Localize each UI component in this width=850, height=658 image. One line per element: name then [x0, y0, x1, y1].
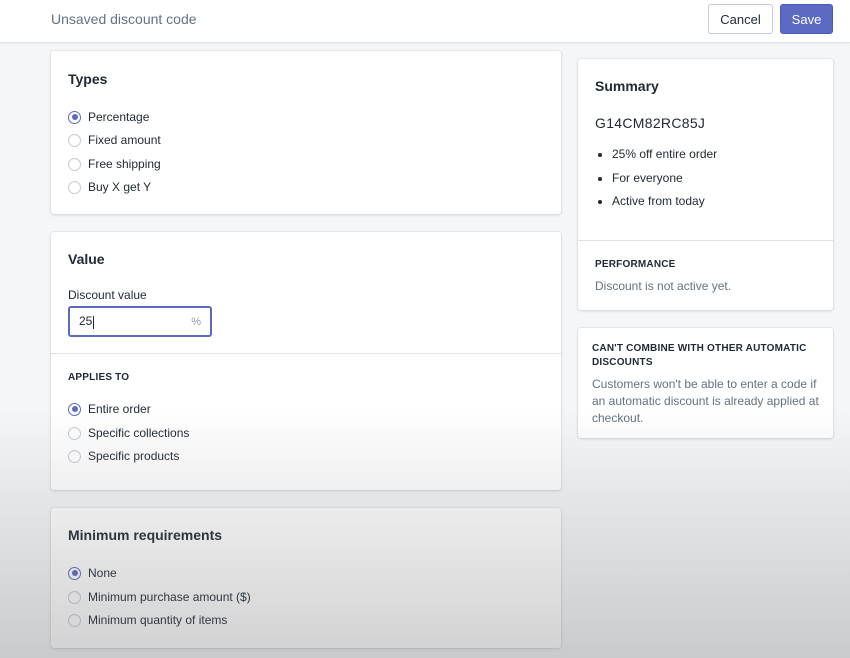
radio-label: Percentage	[88, 110, 150, 124]
radio-unchecked-icon[interactable]	[68, 449, 81, 463]
radio-unchecked-icon[interactable]	[68, 426, 81, 440]
type-option-buy-x-get-y[interactable]: Buy X get Y	[68, 180, 151, 194]
page-title: Unsaved discount code	[51, 11, 197, 27]
discount-code: G14CM82RC85J	[595, 115, 706, 131]
summary-item: 25% off entire order	[612, 147, 717, 171]
minimum-option-purchase-amount[interactable]: Minimum purchase amount ($)	[68, 590, 251, 604]
type-option-percentage[interactable]: Percentage	[68, 110, 149, 124]
applies-option-specific-collections[interactable]: Specific collections	[68, 426, 189, 440]
summary-title: Summary	[595, 78, 659, 94]
radio-checked-icon[interactable]	[68, 402, 81, 416]
radio-label: Fixed amount	[88, 133, 161, 147]
applies-option-specific-products[interactable]: Specific products	[68, 449, 179, 463]
minimum-option-none[interactable]: None	[68, 566, 117, 580]
types-card: Types Percentage Fixed amount Free shipp…	[51, 51, 561, 214]
type-option-free-shipping[interactable]: Free shipping	[68, 157, 161, 171]
radio-label: Free shipping	[88, 157, 161, 171]
discount-value-input[interactable]: 25 %	[68, 306, 212, 337]
radio-unchecked-icon[interactable]	[68, 133, 81, 147]
radio-label: Specific collections	[88, 426, 190, 440]
value-card: Value Discount value 25 % APPLIES TO Ent…	[51, 232, 561, 490]
radio-label: None	[88, 566, 117, 580]
minimum-requirements-title: Minimum requirements	[68, 527, 223, 543]
applies-option-entire-order[interactable]: Entire order	[68, 402, 151, 416]
divider	[51, 353, 561, 354]
radio-unchecked-icon[interactable]	[68, 180, 81, 194]
radio-label: Minimum purchase amount ($)	[88, 590, 251, 604]
radio-label: Buy X get Y	[88, 180, 152, 194]
radio-unchecked-icon[interactable]	[68, 157, 81, 171]
value-title: Value	[68, 251, 105, 267]
top-bar: Unsaved discount code Cancel Save	[0, 0, 850, 43]
types-title: Types	[68, 71, 108, 87]
radio-unchecked-icon[interactable]	[68, 590, 81, 604]
combine-notice-title: CAN'T COMBINE WITH OTHER AUTOMATIC DISCO…	[592, 343, 807, 368]
radio-checked-icon[interactable]	[68, 566, 81, 580]
radio-label: Entire order	[88, 402, 151, 416]
divider	[578, 240, 833, 241]
discount-value-text: 25	[79, 314, 93, 329]
save-button[interactable]: Save	[780, 4, 833, 34]
radio-label: Specific products	[88, 449, 180, 463]
performance-title: PERFORMANCE	[595, 259, 676, 270]
combine-notice-text: Customers won't be able to enter a code …	[592, 377, 819, 425]
summary-card: Summary G14CM82RC85J 25% off entire orde…	[578, 59, 833, 310]
applies-to-title: APPLIES TO	[68, 372, 130, 383]
summary-item: Active from today	[612, 194, 717, 218]
radio-unchecked-icon[interactable]	[68, 613, 81, 627]
percent-suffix: %	[191, 315, 201, 328]
summary-list: 25% off entire order For everyone Active…	[612, 147, 717, 218]
combine-notice-card: CAN'T COMBINE WITH OTHER AUTOMATIC DISCO…	[578, 328, 833, 438]
minimum-requirements-card: Minimum requirements None Minimum purcha…	[51, 508, 561, 648]
summary-item: For everyone	[612, 171, 717, 195]
radio-label: Minimum quantity of items	[88, 613, 228, 627]
minimum-option-quantity[interactable]: Minimum quantity of items	[68, 613, 227, 627]
type-option-fixed-amount[interactable]: Fixed amount	[68, 133, 161, 147]
text-caret	[93, 315, 95, 329]
performance-text: Discount is not active yet.	[595, 279, 732, 293]
cancel-button[interactable]: Cancel	[708, 4, 773, 34]
radio-checked-icon[interactable]	[68, 110, 81, 124]
discount-value-label: Discount value	[68, 288, 147, 302]
